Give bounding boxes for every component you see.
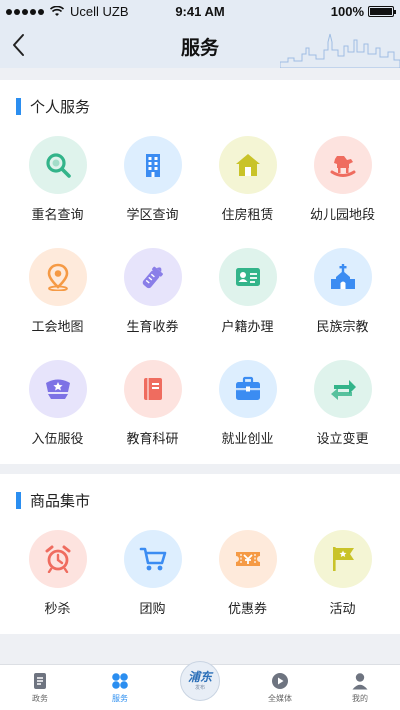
service-label: 活动 — [329, 602, 356, 617]
service-tile[interactable]: 设立变更 — [295, 360, 390, 456]
grid-icon — [112, 673, 128, 689]
section-accent-bar — [16, 98, 21, 115]
service-tile[interactable]: 住房租赁 — [200, 136, 295, 232]
service-tile[interactable]: 重名查询 — [10, 136, 105, 232]
map-pin-icon — [47, 263, 68, 291]
service-label: 优惠券 — [227, 602, 267, 617]
tab-pudong-logo[interactable]: 浦东 发布 — [160, 661, 240, 710]
bottom-tab-bar: 政务 服务 浦东 发布全媒体 我的 — [0, 661, 400, 710]
section-header: 个人服务 — [16, 96, 90, 117]
service-icon-circle — [218, 248, 277, 306]
shopping-cart-icon — [139, 547, 166, 571]
tab-document[interactable]: 政务 — [0, 665, 80, 710]
service-label: 幼儿园地段 — [309, 208, 375, 223]
swap-arrows-icon — [330, 380, 356, 400]
tab-label: 全媒体 — [268, 694, 292, 703]
tab-label: 我的 — [352, 694, 368, 703]
id-card-icon — [235, 268, 260, 286]
service-icon-circle — [313, 530, 372, 588]
section-header: 商品集市 — [16, 490, 90, 511]
personal-services-card: 个人服务 重名查询 学区查询 住房租赁 幼儿园地段工会地图 生育收券 户籍办理 民族宗教入伍… — [0, 80, 400, 464]
service-icon-circle — [218, 360, 277, 418]
service-tile[interactable]: 学区查询 — [105, 136, 200, 232]
service-tile[interactable]: 户籍办理 — [200, 248, 295, 344]
section-title: 个人服务 — [30, 98, 91, 116]
house-icon — [235, 154, 260, 176]
tab-play[interactable]: 全媒体 — [240, 665, 320, 710]
service-icon-circle — [218, 530, 277, 588]
pudong-logo-icon: 浦东 发布 — [180, 661, 220, 701]
service-tile[interactable]: 教育科研 — [105, 360, 200, 456]
briefcase-icon — [235, 376, 260, 400]
service-icon-circle — [28, 136, 87, 194]
market-grid: 秒杀 团购 优惠券 活动 — [0, 530, 400, 626]
service-icon-circle — [123, 248, 182, 306]
service-icon-circle — [28, 360, 87, 418]
section-title: 商品集市 — [30, 492, 91, 510]
tab-label: 服务 — [112, 694, 128, 703]
status-right: 100% — [330, 4, 396, 19]
service-icon-circle — [123, 530, 182, 588]
service-label: 就业创业 — [221, 432, 274, 447]
military-cap-icon — [45, 379, 70, 399]
service-label: 入伍服役 — [31, 432, 84, 447]
service-icon-circle — [123, 136, 182, 194]
service-tile[interactable]: 就业创业 — [200, 360, 295, 456]
service-tile[interactable]: 入伍服役 — [10, 360, 105, 456]
search-icon — [45, 153, 71, 178]
battery-icon — [368, 6, 396, 17]
service-label: 学区查询 — [126, 208, 179, 223]
service-label: 工会地图 — [31, 320, 84, 335]
service-tile[interactable]: 民族宗教 — [295, 248, 390, 344]
battery-percent: 100% — [330, 4, 364, 19]
service-tile[interactable]: 优惠券 — [200, 530, 295, 626]
service-label: 民族宗教 — [316, 320, 369, 335]
market-card: 商品集市 秒杀 团购 优惠券 活动 — [0, 474, 400, 634]
tab-grid[interactable]: 服务 — [80, 665, 160, 710]
book-icon — [143, 378, 162, 400]
user-icon — [352, 673, 368, 690]
service-label: 设立变更 — [316, 432, 369, 447]
service-tile[interactable]: 幼儿园地段 — [295, 136, 390, 232]
tab-user[interactable]: 我的 — [320, 665, 400, 710]
service-tile[interactable]: 生育收券 — [105, 248, 200, 344]
service-label: 户籍办理 — [221, 320, 274, 335]
service-icon-circle — [313, 248, 372, 306]
logo-text: 浦东 — [187, 670, 212, 684]
service-label: 教育科研 — [126, 432, 179, 447]
service-tile[interactable]: 团购 — [105, 530, 200, 626]
service-label: 秒杀 — [44, 602, 71, 617]
section-accent-bar — [16, 492, 21, 509]
personal-services-grid: 重名查询 学区查询 住房租赁 幼儿园地段工会地图 生育收券 户籍办理 民族宗教入伍服役 教育科… — [0, 136, 400, 456]
service-label: 重名查询 — [31, 208, 84, 223]
alarm-clock-icon — [45, 545, 70, 573]
city-skyline-decoration — [280, 33, 400, 68]
play-icon — [272, 673, 288, 689]
flag-icon — [332, 547, 354, 571]
service-tile[interactable]: 活动 — [295, 530, 390, 626]
building-icon — [145, 154, 160, 177]
baby-bottle-icon — [142, 266, 163, 289]
tab-label: 政务 — [32, 694, 48, 703]
service-tile[interactable]: 秒杀 — [10, 530, 105, 626]
logo-subtext: 发布 — [194, 685, 205, 691]
service-label: 团购 — [139, 602, 166, 617]
service-icon-circle — [28, 248, 87, 306]
document-icon — [34, 673, 46, 689]
service-icon-circle — [218, 136, 277, 194]
service-label: 生育收券 — [126, 320, 179, 335]
coupon-icon — [235, 552, 260, 566]
service-icon-circle — [313, 136, 372, 194]
status-bar: Ucell UZB 9:41 AM 100% — [0, 0, 400, 22]
service-tile[interactable]: 工会地图 — [10, 248, 105, 344]
service-icon-circle — [313, 360, 372, 418]
rocking-horse-icon — [330, 156, 355, 177]
service-icon-circle — [28, 530, 87, 588]
service-icon-circle — [123, 360, 182, 418]
service-label: 住房租赁 — [221, 208, 274, 223]
nav-bar: 服务 — [0, 22, 400, 68]
church-icon — [330, 264, 355, 289]
